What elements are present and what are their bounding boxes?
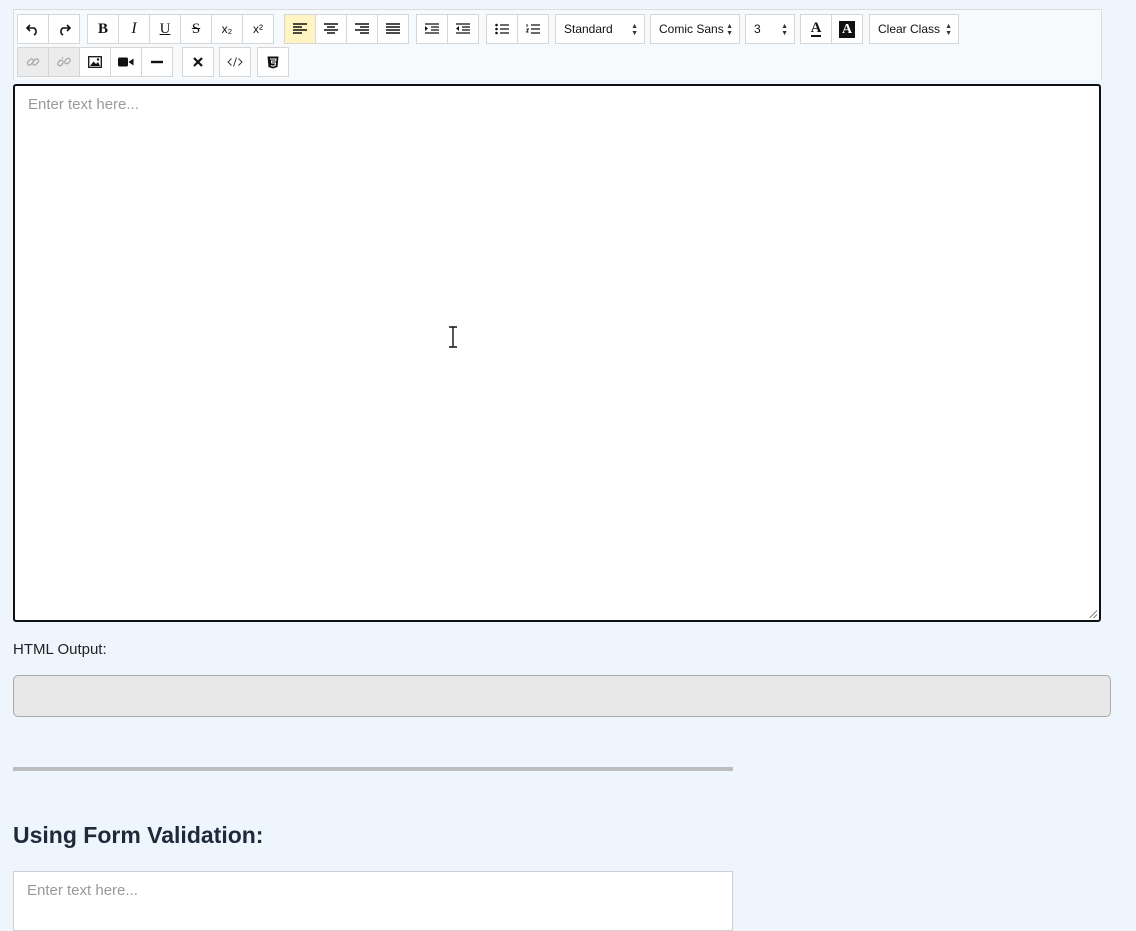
numbered-list-button[interactable]	[517, 14, 549, 44]
insert-group	[17, 47, 173, 77]
source-group	[219, 47, 251, 77]
align-left-icon	[293, 23, 307, 34]
redo-icon	[60, 24, 71, 36]
background-color-icon: A	[838, 20, 856, 38]
horizontal-rule-icon	[151, 60, 163, 64]
image-button[interactable]	[79, 47, 111, 77]
subscript-icon: x₂	[221, 22, 233, 36]
html-output-field[interactable]	[13, 675, 1111, 717]
validation-editor-placeholder: Enter text here...	[27, 882, 138, 899]
text-color-button[interactable]: A	[800, 14, 832, 44]
resize-handle[interactable]	[1089, 610, 1097, 618]
redo-button[interactable]	[48, 14, 80, 44]
remove-format-button[interactable]	[182, 47, 214, 77]
link-icon	[26, 58, 40, 66]
align-right-icon	[355, 23, 369, 34]
bullet-list-icon	[495, 23, 509, 35]
editor-placeholder: Enter text here...	[28, 96, 139, 113]
superscript-button[interactable]: x²	[242, 14, 274, 44]
indent-icon	[425, 23, 439, 34]
align-center-button[interactable]	[315, 14, 347, 44]
video-icon	[118, 57, 134, 67]
strikethrough-button[interactable]: S	[180, 14, 212, 44]
html5-icon	[267, 56, 279, 68]
outdent-button[interactable]	[447, 14, 479, 44]
align-justify-button[interactable]	[377, 14, 409, 44]
history-group	[17, 14, 80, 44]
html5-button[interactable]	[257, 47, 289, 77]
code-icon	[227, 57, 243, 67]
align-justify-icon	[386, 23, 400, 34]
numbered-list-icon	[526, 24, 540, 34]
validation-editor[interactable]: Enter text here...	[13, 871, 733, 931]
undo-button[interactable]	[17, 14, 49, 44]
align-group	[284, 14, 409, 44]
list-group	[486, 14, 549, 44]
align-right-button[interactable]	[346, 14, 378, 44]
paragraph-style-select[interactable]: Standard ▲ ▼	[555, 14, 645, 44]
superscript-icon: x²	[253, 22, 263, 36]
align-left-button[interactable]	[284, 14, 316, 44]
class-select-value: Clear Class	[878, 22, 941, 36]
select-arrows-icon: ▲ ▼	[781, 23, 788, 37]
text-cursor-icon	[449, 326, 457, 348]
bold-icon: B	[97, 20, 108, 37]
select-arrows-icon: ▲ ▼	[945, 23, 952, 37]
underline-button[interactable]: U	[149, 14, 181, 44]
unlink-icon	[57, 56, 71, 67]
subscript-button[interactable]: x₂	[211, 14, 243, 44]
background-color-button[interactable]: A	[831, 14, 863, 44]
unlink-button[interactable]	[48, 47, 80, 77]
underline-icon: U	[159, 20, 171, 37]
font-size-value: 3	[754, 22, 761, 36]
class-select[interactable]: Clear Class ▲ ▼	[869, 14, 959, 44]
video-button[interactable]	[110, 47, 142, 77]
font-family-select[interactable]: Comic Sans ▲ ▼	[650, 14, 740, 44]
font-size-select[interactable]: 3 ▲ ▼	[745, 14, 795, 44]
font-family-value: Comic Sans	[659, 22, 724, 36]
section-divider	[13, 767, 733, 771]
image-icon	[88, 56, 102, 68]
select-arrows-icon: ▲ ▼	[726, 23, 733, 37]
remove-format-group	[182, 47, 214, 77]
italic-icon: I	[131, 20, 137, 37]
bold-button[interactable]: B	[87, 14, 119, 44]
strikethrough-icon: S	[191, 20, 201, 37]
color-group: A A	[800, 14, 863, 44]
text-color-icon: A	[810, 20, 822, 37]
html5-group	[257, 47, 289, 77]
paragraph-style-value: Standard	[564, 22, 613, 36]
editor-toolbar: B I U S x₂ x² Standard ▲ ▼ Comic Sans ▲ …	[13, 9, 1102, 80]
source-code-button[interactable]	[219, 47, 251, 77]
format-group: B I U S x₂ x²	[87, 14, 274, 44]
outdent-icon	[456, 23, 470, 34]
html-output-label: HTML Output:	[13, 641, 107, 658]
indent-group	[416, 14, 479, 44]
bullet-list-button[interactable]	[486, 14, 518, 44]
undo-icon	[26, 24, 37, 36]
indent-button[interactable]	[416, 14, 448, 44]
close-icon	[193, 57, 203, 67]
link-button[interactable]	[17, 47, 49, 77]
italic-button[interactable]: I	[118, 14, 150, 44]
horizontal-rule-button[interactable]	[141, 47, 173, 77]
select-arrows-icon: ▲ ▼	[631, 23, 638, 37]
align-center-icon	[324, 23, 338, 34]
section-title: Using Form Validation:	[13, 822, 264, 848]
rich-text-editor[interactable]: Enter text here...	[13, 84, 1101, 622]
